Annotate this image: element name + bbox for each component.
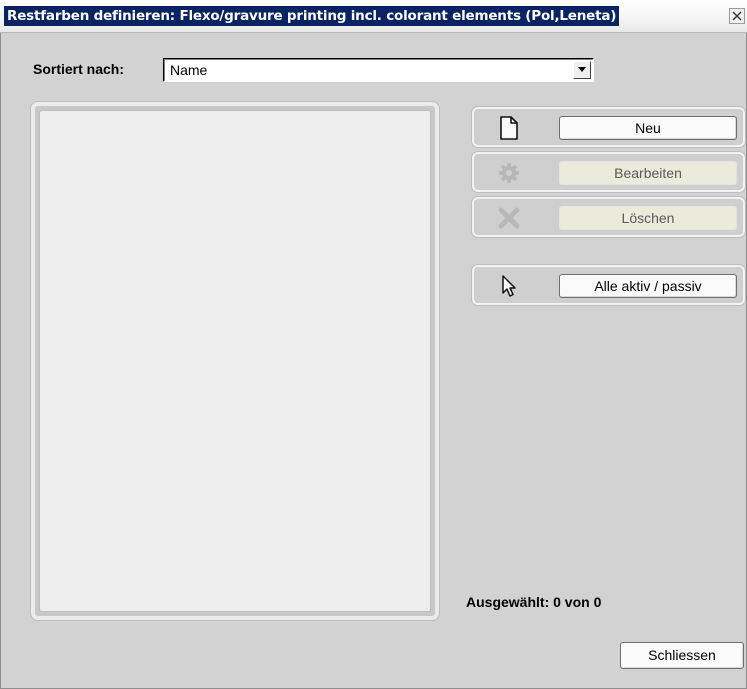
- action-row-toggle: Alle aktiv / passiv: [472, 265, 745, 305]
- chevron-down-icon[interactable]: [573, 61, 591, 79]
- action-row-edit: Bearbeiten: [472, 152, 745, 192]
- cursor-arrow-icon: [496, 273, 522, 299]
- window-title: Restfarben definieren: Flexo/gravure pri…: [4, 6, 620, 26]
- title-bar[interactable]: Restfarben definieren: Flexo/gravure pri…: [0, 0, 747, 33]
- close-icon[interactable]: [729, 8, 745, 24]
- delete-x-icon: [496, 205, 522, 231]
- delete-button[interactable]: Löschen: [559, 206, 737, 230]
- sort-selected-value: Name: [170, 62, 208, 78]
- selection-status: Ausgewählt: 0 von 0: [466, 594, 602, 610]
- sort-select[interactable]: Name: [163, 58, 594, 82]
- new-button[interactable]: Neu: [559, 116, 737, 140]
- close-button[interactable]: Schliessen: [620, 642, 744, 669]
- action-row-new: Neu: [472, 107, 745, 147]
- residual-colors-list[interactable]: [39, 110, 431, 612]
- edit-button[interactable]: Bearbeiten: [559, 161, 737, 185]
- gear-icon: [496, 160, 522, 186]
- new-document-icon: [496, 115, 522, 141]
- toggle-active-button[interactable]: Alle aktiv / passiv: [559, 274, 737, 298]
- list-frame: [31, 102, 439, 620]
- sort-label: Sortiert nach:: [33, 61, 125, 77]
- action-row-delete: Löschen: [472, 197, 745, 237]
